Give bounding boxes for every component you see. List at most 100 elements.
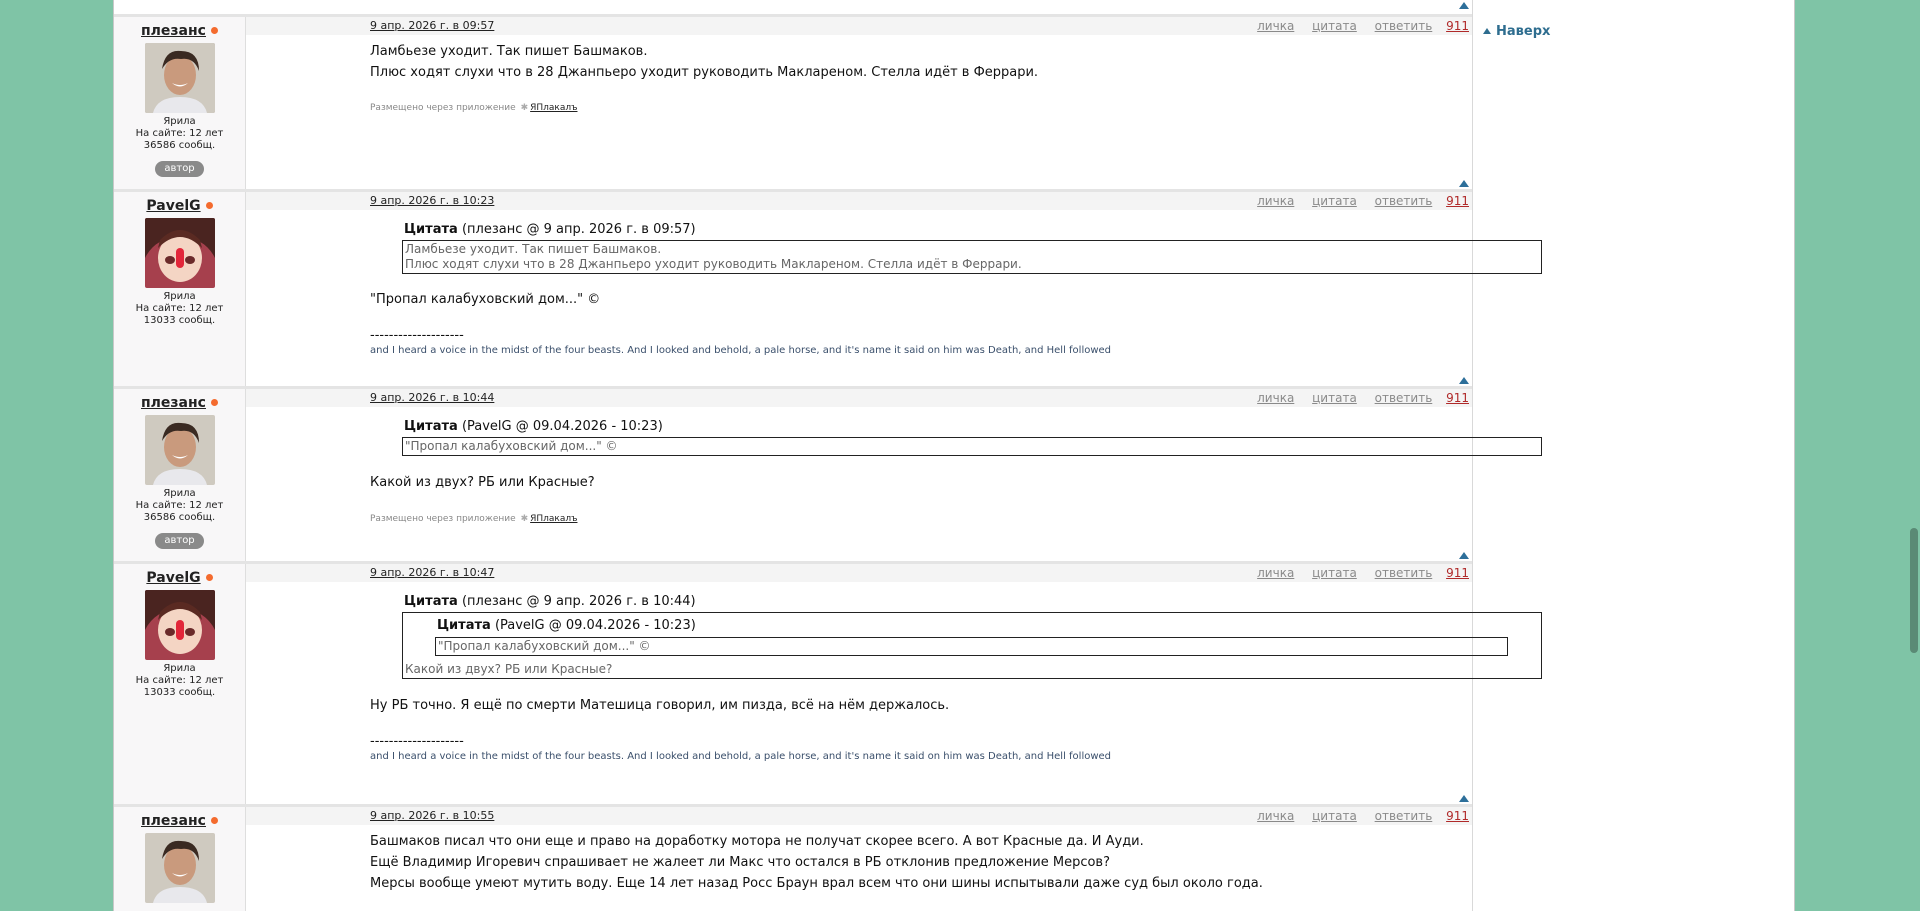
pm-link[interactable]: личка: [1257, 194, 1294, 208]
post-header: 9 апр. 2026 г. в 09:57 личка цитата отве…: [246, 17, 1472, 35]
post-header: 9 апр. 2026 г. в 10:47 личка цитата отве…: [246, 564, 1472, 582]
reply-link[interactable]: ответить: [1375, 391, 1433, 405]
post-content: 9 апр. 2026 г. в 09:57 личка цитата отве…: [246, 17, 1472, 189]
to-top-arrow-icon[interactable]: [1459, 377, 1469, 384]
quote-line: "Пропал калабуховский дом..." ©: [438, 639, 651, 653]
post-body: Цитата (плезанс @ 9 апр. 2026 г. в 10:44…: [370, 592, 1542, 763]
user-time-on-site: На сайте: 12 лет: [135, 128, 224, 139]
post-text-line: Какой из двух? РБ или Красные?: [370, 475, 595, 490]
post-number-link[interactable]: 911: [1446, 19, 1469, 33]
post-text-line: Мерсы вообще умеют мутить воду. Еще 14 л…: [370, 876, 1263, 891]
avatar[interactable]: [144, 218, 215, 288]
to-top-link[interactable]: Наверх: [1483, 24, 1550, 39]
online-indicator-icon: [210, 27, 218, 34]
post-number-link[interactable]: 911: [1446, 194, 1469, 208]
quote-label: Цитата: [404, 222, 458, 237]
quote-line: Ламбьезе уходит. Так пишет Башмаков.: [405, 242, 662, 256]
post-actions: личка цитата ответить 911: [1243, 19, 1469, 33]
post-body: Цитата (PavelG @ 09.04.2026 - 10:23) "Пр…: [370, 417, 1542, 525]
forum-thread: плезанс Ярила На сайте: 12 лет 36586 соо…: [114, 0, 1542, 911]
avatar[interactable]: [144, 590, 215, 660]
post-date[interactable]: 9 апр. 2026 г. в 10:44: [370, 391, 494, 404]
username[interactable]: плезанс: [114, 395, 245, 411]
quote-header: Цитата (PavelG @ 09.04.2026 - 10:23): [404, 417, 1432, 437]
quote-line: "Пропал калабуховский дом..." ©: [405, 439, 618, 453]
post-actions: личка цитата ответить 911: [1243, 566, 1469, 580]
to-top-arrow-icon[interactable]: [1459, 2, 1469, 9]
username[interactable]: плезанс: [114, 813, 245, 829]
post-content: 9 апр. 2026 г. в 10:23 личка цитата отве…: [246, 192, 1542, 386]
page-container: плезанс Ярила На сайте: 12 лет 36586 соо…: [113, 0, 1795, 911]
to-top-arrow-icon[interactable]: [1459, 795, 1469, 802]
quote-header: Цитата (плезанс @ 9 апр. 2026 г. в 10:44…: [404, 592, 1432, 612]
post-text-line: Ламбьезе уходит. Так пишет Башмаков.: [370, 44, 648, 59]
scrollbar-thumb[interactable]: [1910, 528, 1918, 653]
post-number-link[interactable]: 911: [1446, 809, 1469, 823]
avatar[interactable]: [144, 833, 215, 903]
android-icon: ✱: [520, 514, 529, 524]
post-number-link[interactable]: 911: [1446, 566, 1469, 580]
pm-link[interactable]: личка: [1257, 391, 1294, 405]
username[interactable]: PavelG: [114, 198, 245, 214]
avatar[interactable]: [144, 415, 215, 485]
post-text-line: Ещё Владимир Игоревич спрашивает не жале…: [370, 855, 1110, 870]
post-date[interactable]: 9 апр. 2026 г. в 10:23: [370, 194, 494, 207]
quote-box: "Пропал калабуховский дом..." ©: [402, 437, 1542, 456]
to-top-arrow-icon[interactable]: [1459, 552, 1469, 559]
post-date[interactable]: 9 апр. 2026 г. в 10:55: [370, 809, 494, 822]
post-text-line: "Пропал калабуховский дом..." ©: [370, 292, 601, 307]
reply-link[interactable]: ответить: [1375, 194, 1433, 208]
post-actions: личка цитата ответить 911: [1243, 809, 1469, 823]
forum-post: плезанс Ярила На сайте: 12 лет 36586 соо…: [114, 17, 1472, 192]
post-content: 9 апр. 2026 г. в 10:55 личка цитата отве…: [246, 807, 1472, 911]
quote-box: Цитата (PavelG @ 09.04.2026 - 10:23) "Пр…: [402, 612, 1542, 679]
post-header: 9 апр. 2026 г. в 10:23 личка цитата отве…: [246, 192, 1472, 210]
user-time-on-site: На сайте: 12 лет: [135, 303, 224, 314]
page-scrollbar[interactable]: [1908, 0, 1920, 911]
user-rank: Ярила: [163, 291, 196, 302]
post-text-line: Плюс ходят слухи что в 28 Джанпьеро уход…: [370, 65, 1039, 80]
post-text-line: Башмаков писал что они еще и право на до…: [370, 834, 1144, 849]
user-rank: Ярила: [163, 488, 196, 499]
forum-post: PavelG Ярила На сайте: 12 лет 13033 сооб…: [114, 564, 1542, 807]
signature: and I heard a voice in the midst of the …: [370, 345, 1112, 356]
reply-link[interactable]: ответить: [1375, 809, 1433, 823]
app-link[interactable]: ЯПлакалъ: [530, 514, 577, 524]
pm-link[interactable]: личка: [1257, 566, 1294, 580]
post-number-link[interactable]: 911: [1446, 391, 1469, 405]
nested-quote-header: Цитата (PavelG @ 09.04.2026 - 10:23): [437, 617, 1539, 635]
forum-post: плезанс Ярила На сайте: 12 лет 36586 соо…: [114, 389, 1542, 564]
pm-link[interactable]: личка: [1257, 19, 1294, 33]
up-arrow-icon: [1483, 28, 1491, 34]
post-date[interactable]: 9 апр. 2026 г. в 10:47: [370, 566, 494, 579]
quote-link[interactable]: цитата: [1312, 566, 1357, 580]
post-header: 9 апр. 2026 г. в 10:44 личка цитата отве…: [246, 389, 1472, 407]
posted-via-label: Размещено через приложение: [370, 103, 516, 113]
app-link[interactable]: ЯПлакалъ: [530, 103, 577, 113]
post-date[interactable]: 9 апр. 2026 г. в 09:57: [370, 19, 494, 32]
quote-label: Цитата: [404, 594, 458, 609]
user-time-on-site: На сайте: 12 лет: [135, 675, 224, 686]
user-panel: плезанс: [114, 807, 246, 911]
quote-header: Цитата (плезанс @ 9 апр. 2026 г. в 09:57…: [404, 220, 1432, 240]
reply-link[interactable]: ответить: [1375, 566, 1433, 580]
user-panel: PavelG Ярила На сайте: 12 лет 13033 сооб…: [114, 564, 246, 804]
posted-via: Размещено через приложение ✱ ЯПлакалъ: [370, 513, 1432, 525]
to-top-arrow-icon[interactable]: [1459, 180, 1469, 187]
quote-link[interactable]: цитата: [1312, 809, 1357, 823]
posted-via: Размещено через приложение ✱ ЯПлакалъ: [370, 102, 1432, 114]
forum-post: плезанс 9 апр. 2026 г. в 10:55 личка цит…: [114, 807, 1472, 911]
quote-source: (PavelG @ 09.04.2026 - 10:23): [461, 419, 663, 434]
username[interactable]: плезанс: [114, 23, 245, 39]
username[interactable]: PavelG: [114, 570, 245, 586]
user-time-on-site: На сайте: 12 лет: [135, 500, 224, 511]
quote-link[interactable]: цитата: [1312, 391, 1357, 405]
post-content: 9 апр. 2026 г. в 10:47 личка цитата отве…: [246, 564, 1542, 804]
reply-link[interactable]: ответить: [1375, 19, 1433, 33]
posted-via-label: Размещено через приложение: [370, 514, 516, 524]
quote-line: Какой из двух? РБ или Красные?: [405, 662, 613, 676]
avatar[interactable]: [144, 43, 215, 113]
quote-link[interactable]: цитата: [1312, 19, 1357, 33]
quote-link[interactable]: цитата: [1312, 194, 1357, 208]
pm-link[interactable]: личка: [1257, 809, 1294, 823]
